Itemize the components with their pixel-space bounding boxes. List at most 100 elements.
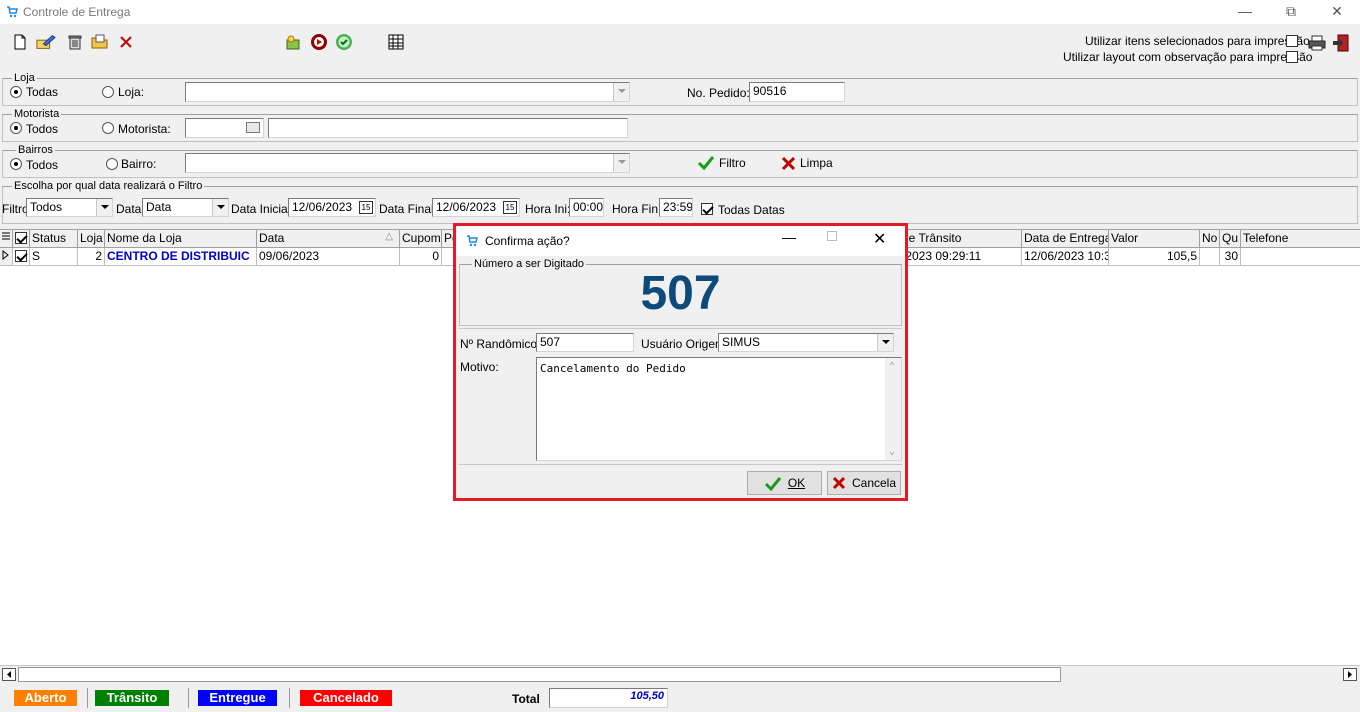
col-transito[interactable]: de Trânsito <box>900 230 1022 247</box>
filtro-select[interactable]: Todos <box>26 198 113 217</box>
hora-ini-label: Hora Ini: <box>525 202 571 216</box>
data-final-input[interactable]: 12/06/2023 15 <box>432 198 520 217</box>
hora-fin-label: Hora Fin: <box>612 202 662 216</box>
col-telefone[interactable]: Telefone <box>1241 230 1360 247</box>
cell-telefone <box>1241 248 1360 265</box>
todas-datas-checkbox[interactable] <box>701 203 713 215</box>
trash-icon[interactable] <box>65 32 85 52</box>
title-bar: Controle de Entrega — ⧉ ✕ <box>0 0 1360 24</box>
motorista-all-radio[interactable] <box>10 122 22 134</box>
grid-table-icon[interactable] <box>386 32 406 52</box>
bairro-one-radio[interactable] <box>106 158 118 170</box>
col-valor[interactable]: Valor <box>1109 230 1200 247</box>
selected-items-label: Utilizar itens selecionados para impress… <box>1085 34 1310 48</box>
col-no[interactable]: No <box>1200 230 1220 247</box>
limpa-button[interactable]: Limpa <box>781 154 833 172</box>
record-stop-icon[interactable] <box>309 32 329 52</box>
minimize-button[interactable]: — <box>1222 0 1268 24</box>
separator <box>459 328 902 329</box>
bairros-group-title: Bairros <box>16 144 55 156</box>
lookup-icon[interactable] <box>246 122 260 133</box>
motorista-one-label: Motorista: <box>118 122 171 136</box>
scroll-thumb[interactable] <box>18 667 1061 682</box>
legend-divider <box>87 688 88 708</box>
hora-ini-input[interactable]: 00:00 <box>569 198 604 217</box>
horizontal-scrollbar[interactable] <box>0 665 1360 682</box>
col-data[interactable]: Data △ <box>257 230 400 247</box>
loja-select[interactable] <box>185 82 630 102</box>
data-inicial-input[interactable]: 12/06/2023 15 <box>288 198 376 217</box>
filtro-button[interactable]: Filtro <box>697 154 746 172</box>
confirm-green-icon[interactable] <box>334 32 354 52</box>
row-checkbox[interactable] <box>15 250 27 262</box>
check-icon <box>764 476 781 491</box>
bairro-select[interactable] <box>185 153 630 173</box>
delete-x-icon[interactable] <box>116 32 136 52</box>
row-checkbox-cell[interactable] <box>13 248 30 265</box>
col-cupom[interactable]: Cupom <box>400 230 442 247</box>
dialog-close-button[interactable]: ✕ <box>873 229 886 249</box>
check-icon <box>697 156 715 171</box>
col-qu[interactable]: Qu <box>1220 230 1241 247</box>
cart-icon <box>467 235 478 247</box>
separator <box>459 464 902 465</box>
data-select[interactable]: Data <box>142 198 229 217</box>
selected-items-checkbox[interactable] <box>1286 35 1298 47</box>
cancel-button[interactable]: Cancela <box>827 471 901 495</box>
filtro-button-label: Filtro <box>719 156 746 170</box>
motorista-group-title: Motorista <box>12 108 62 120</box>
legend-transito: Trânsito <box>95 690 169 706</box>
ok-button-label: OK <box>787 476 806 490</box>
loja-one-label: Loja: <box>118 85 145 99</box>
restore-button[interactable]: ⧉ <box>1268 0 1314 24</box>
col-entrega[interactable]: Data de Entrega <box>1022 230 1109 247</box>
textarea-scrollbar[interactable]: ⌃ ⌄ <box>885 358 901 460</box>
col-status[interactable]: Status <box>30 230 78 247</box>
data-label: Data: <box>116 202 145 216</box>
loja-one-radio[interactable] <box>102 86 114 98</box>
printer-icon[interactable] <box>1307 33 1327 53</box>
pedido-label: No. Pedido: <box>687 86 750 100</box>
number-display: 507 <box>640 267 721 320</box>
ok-button[interactable]: OK <box>747 471 822 495</box>
cell-nome-loja: CENTRO DE DISTRIBUIC <box>105 248 257 265</box>
motorista-name-input[interactable] <box>268 118 628 138</box>
calendar-icon[interactable]: 15 <box>503 201 517 214</box>
scroll-left-button[interactable] <box>2 668 16 681</box>
filtro-label: Filtro <box>2 202 29 216</box>
col-nome-loja[interactable]: Nome da Loja <box>105 230 257 247</box>
pedido-input[interactable]: 90516 <box>749 82 845 102</box>
motivo-textarea[interactable]: Cancelamento do Pedido ⌃ ⌄ <box>536 357 902 461</box>
loja-all-label: Todas <box>26 85 59 99</box>
bairro-all-radio[interactable] <box>10 158 22 170</box>
close-window-button[interactable]: ✕ <box>1314 0 1360 24</box>
dialog-minimize-button[interactable]: — <box>782 229 796 245</box>
motivo-label: Motivo: <box>460 360 499 374</box>
layout-obs-checkbox[interactable] <box>1286 51 1298 63</box>
folder-icon[interactable] <box>90 32 110 52</box>
calendar-icon[interactable]: 15 <box>359 201 373 214</box>
cell-cupom: 0 <box>400 248 442 265</box>
motorista-one-radio[interactable] <box>102 122 114 134</box>
col-loja[interactable]: Loja <box>78 230 105 247</box>
exit-door-icon[interactable] <box>1331 33 1351 53</box>
hora-fin-input[interactable]: 23:59 <box>659 198 693 217</box>
motorista-code-input[interactable] <box>185 118 264 138</box>
random-input[interactable]: 507 <box>536 333 634 352</box>
confirm-dialog: Confirma ação? — ✕ Número a ser Digitado… <box>453 223 908 501</box>
new-document-icon[interactable] <box>10 32 30 52</box>
scroll-right-button[interactable] <box>1343 668 1357 681</box>
row-menu-icon[interactable] <box>0 230 13 247</box>
bairro-one-label: Bairro: <box>121 157 157 171</box>
cell-transito: /2023 09:29:11 <box>900 248 1022 265</box>
data-filter-group-title: Escolha por qual data realizará o Filtro <box>12 180 205 192</box>
loja-all-radio[interactable] <box>10 86 22 98</box>
edit-icon[interactable] <box>36 32 56 52</box>
select-all-checkbox[interactable] <box>15 232 27 244</box>
dialog-maximize-button[interactable] <box>827 231 837 241</box>
cell-qu: 30 <box>1220 248 1241 265</box>
cancel-button-label: Cancela <box>851 476 897 490</box>
refresh-status-icon[interactable] <box>283 32 303 52</box>
select-all-checkbox-cell[interactable] <box>13 230 30 247</box>
user-select[interactable]: SIMUS <box>718 333 894 352</box>
